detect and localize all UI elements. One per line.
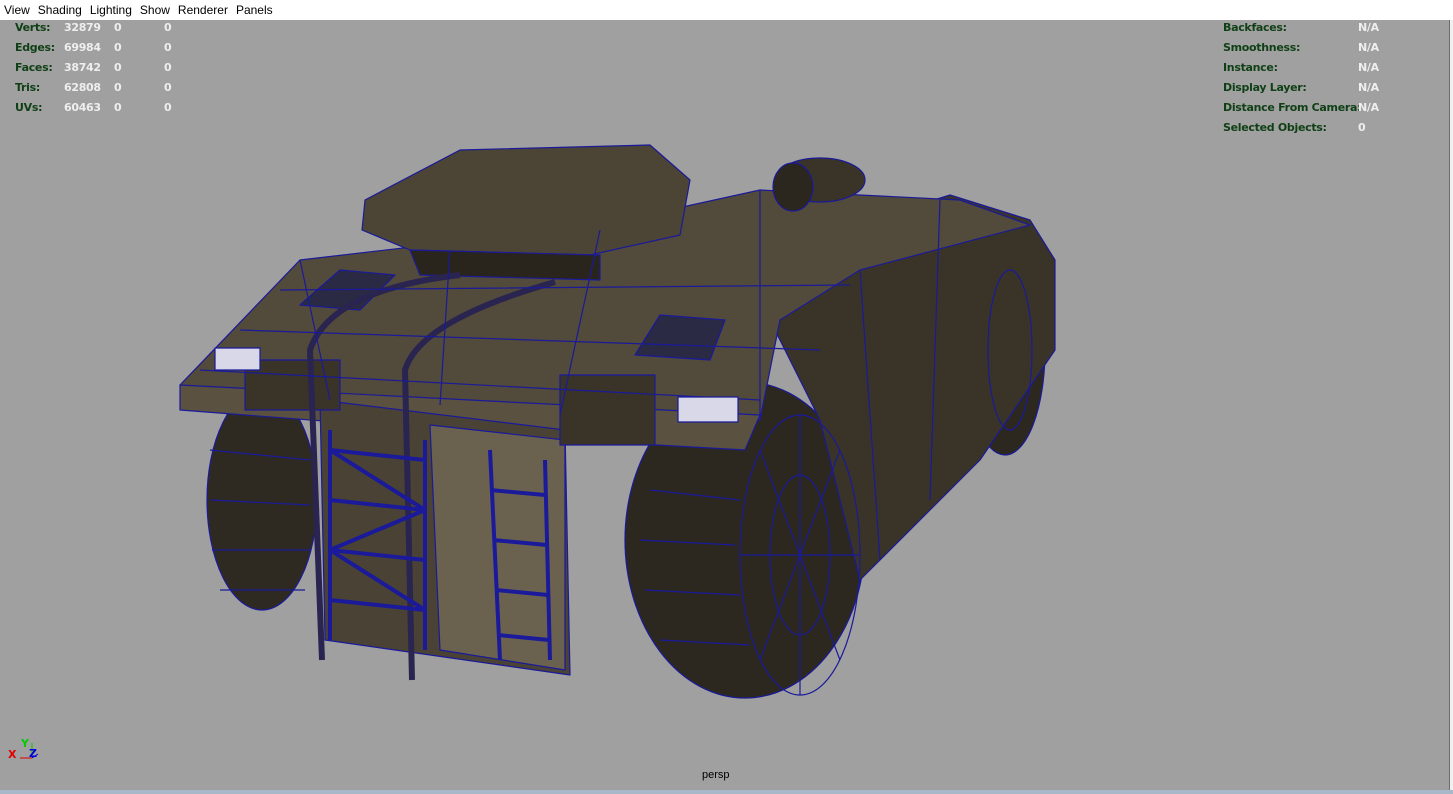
stat-value: 69984 xyxy=(64,41,101,54)
panel-border xyxy=(0,790,1453,794)
info-value: N/A xyxy=(1358,21,1379,34)
menu-panels[interactable]: Panels xyxy=(236,3,273,17)
stat-label: UVs: xyxy=(15,101,43,114)
axis-x-label: X xyxy=(8,748,17,761)
camera-name-label: persp xyxy=(702,769,730,781)
menu-lighting[interactable]: Lighting xyxy=(90,3,132,17)
stat-selected: 0 xyxy=(114,101,122,114)
info-value: N/A xyxy=(1358,41,1379,54)
stat-value: 60463 xyxy=(64,101,101,114)
stat-selected-2: 0 xyxy=(164,41,172,54)
stat-selected: 0 xyxy=(114,81,122,94)
turret xyxy=(361,144,691,256)
stat-selected: 0 xyxy=(114,21,122,34)
menu-view[interactable]: View xyxy=(4,3,30,17)
menu-renderer[interactable]: Renderer xyxy=(178,3,228,17)
info-label: Distance From Camera: xyxy=(1223,101,1362,114)
info-value: N/A xyxy=(1358,61,1379,74)
light-left xyxy=(214,347,261,371)
stat-value: 38742 xyxy=(64,61,101,74)
info-label: Selected Objects: xyxy=(1223,121,1327,134)
axis-y-label: Y xyxy=(21,737,29,750)
stat-selected-2: 0 xyxy=(164,61,172,74)
stat-label: Edges: xyxy=(15,41,55,54)
info-label: Smoothness: xyxy=(1223,41,1301,54)
info-label: Instance: xyxy=(1223,61,1278,74)
axis-z-label: Z xyxy=(29,747,37,760)
viewport-persp[interactable]: Verts: 32879 0 0 Edges: 69984 0 0 Faces:… xyxy=(0,20,1450,790)
info-value: 0 xyxy=(1358,121,1366,134)
info-value: N/A xyxy=(1358,81,1379,94)
stat-label: Tris: xyxy=(15,81,40,94)
stat-selected-2: 0 xyxy=(164,101,172,114)
info-label: Backfaces: xyxy=(1223,21,1287,34)
gun-front xyxy=(772,162,814,212)
light-right xyxy=(677,396,739,423)
box-right xyxy=(559,374,656,446)
stat-selected-2: 0 xyxy=(164,81,172,94)
info-value: N/A xyxy=(1358,101,1379,114)
wheel-left xyxy=(206,389,318,611)
stat-label: Verts: xyxy=(15,21,51,34)
stat-selected: 0 xyxy=(114,41,122,54)
stat-selected: 0 xyxy=(114,61,122,74)
stat-value: 62808 xyxy=(64,81,101,94)
menu-shading[interactable]: Shading xyxy=(38,3,82,17)
stat-value: 32879 xyxy=(64,21,101,34)
info-label: Display Layer: xyxy=(1223,81,1307,94)
stat-label: Faces: xyxy=(15,61,53,74)
stat-selected-2: 0 xyxy=(164,21,172,34)
panel-menu-bar: View Shading Lighting Show Renderer Pane… xyxy=(0,0,1453,20)
menu-show[interactable]: Show xyxy=(140,3,170,17)
